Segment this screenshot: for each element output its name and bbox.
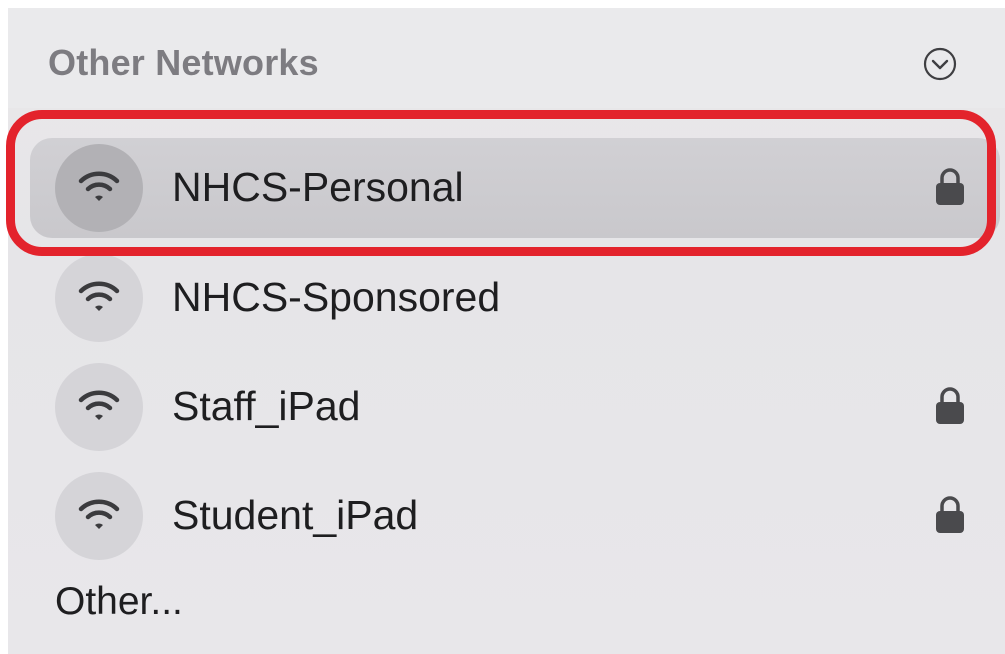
lock-icon (936, 387, 964, 424)
network-name: Staff_iPad (172, 383, 361, 429)
network-name: Student_iPad (172, 492, 419, 538)
other-networks-header: Other Networks (8, 8, 1005, 108)
network-name: NHCS-Sponsored (172, 274, 501, 320)
network-row-nhcs-personal[interactable]: NHCS-Personal (30, 138, 1000, 238)
network-name: NHCS-Personal (172, 164, 464, 210)
wifi-menu-panel: Other Networks NHCS-Personal NHCS-Sponso… (8, 8, 1005, 654)
section-title: Other Networks (48, 42, 319, 83)
lock-icon (936, 496, 964, 533)
wifi-icon (78, 499, 120, 529)
wifi-icon-badge (55, 363, 143, 451)
wifi-icon-badge (55, 254, 143, 342)
network-row-nhcs-sponsored[interactable]: NHCS-Sponsored (30, 248, 1000, 348)
wifi-icon (78, 171, 120, 201)
network-row-staff-ipad[interactable]: Staff_iPad (30, 357, 1000, 457)
wifi-icon (78, 390, 120, 420)
chevron-down-circle-icon[interactable] (923, 47, 957, 81)
lock-icon (936, 168, 964, 205)
wifi-icon-badge (55, 472, 143, 560)
wifi-icon (78, 281, 120, 311)
network-row-student-ipad[interactable]: Student_iPad (30, 466, 1000, 566)
wifi-icon-badge (55, 144, 143, 232)
other-network-item[interactable]: Other... (55, 580, 183, 624)
